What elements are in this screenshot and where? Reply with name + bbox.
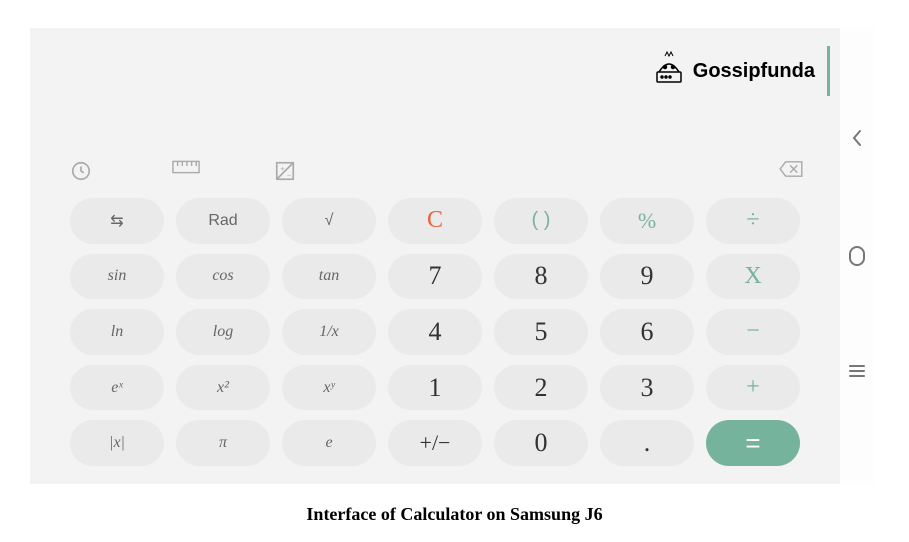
keypad: ⇆ Rad √ C ( ) % ÷ sin cos tan 7 8 9 X ln… — [70, 198, 800, 466]
backspace-icon[interactable] — [778, 160, 800, 182]
divide-button[interactable]: ÷ — [706, 198, 800, 244]
robot-icon — [651, 50, 687, 92]
abs-button[interactable]: |x| — [70, 420, 164, 466]
unit-converter-icon[interactable]: + − — [274, 160, 296, 182]
one-button[interactable]: 1 — [388, 365, 482, 411]
log-button[interactable]: log — [176, 309, 270, 355]
swap-button[interactable]: ⇆ — [70, 198, 164, 244]
zero-button[interactable]: 0 — [494, 420, 588, 466]
four-button[interactable]: 4 — [388, 309, 482, 355]
history-icon[interactable] — [70, 160, 92, 182]
exp-button[interactable]: eˣ — [70, 365, 164, 411]
toolbar: + − — [70, 158, 800, 198]
plus-button[interactable]: + — [706, 365, 800, 411]
percent-button[interactable]: % — [600, 198, 694, 244]
six-button[interactable]: 6 — [600, 309, 694, 355]
svg-text:−: − — [287, 170, 291, 179]
android-navbar — [840, 28, 874, 484]
recents-icon[interactable] — [848, 363, 866, 384]
nine-button[interactable]: 9 — [600, 254, 694, 300]
cos-button[interactable]: cos — [176, 254, 270, 300]
svg-text:+: + — [280, 164, 284, 173]
sin-button[interactable]: sin — [70, 254, 164, 300]
power-button[interactable]: xʸ — [282, 365, 376, 411]
equals-button[interactable]: = — [706, 420, 800, 466]
eight-button[interactable]: 8 — [494, 254, 588, 300]
sign-button[interactable]: +/− — [388, 420, 482, 466]
inverse-button[interactable]: 1/x — [282, 309, 376, 355]
e-button[interactable]: e — [282, 420, 376, 466]
three-button[interactable]: 3 — [600, 365, 694, 411]
clear-button[interactable]: C — [388, 198, 482, 244]
seven-button[interactable]: 7 — [388, 254, 482, 300]
pi-button[interactable]: π — [176, 420, 270, 466]
dot-button[interactable]: . — [600, 420, 694, 466]
calculator-screenshot: Gossipfunda — [30, 28, 874, 484]
back-icon[interactable] — [850, 128, 864, 153]
two-button[interactable]: 2 — [494, 365, 588, 411]
five-button[interactable]: 5 — [494, 309, 588, 355]
cursor-line — [827, 46, 830, 96]
sqrt-button[interactable]: √ — [282, 198, 376, 244]
calculator-area: Gossipfunda — [30, 28, 840, 484]
ln-button[interactable]: ln — [70, 309, 164, 355]
watermark: Gossipfunda — [651, 46, 830, 96]
minus-button[interactable]: − — [706, 309, 800, 355]
rad-button[interactable]: Rad — [176, 198, 270, 244]
home-icon[interactable] — [847, 244, 867, 273]
watermark-text: Gossipfunda — [693, 60, 815, 83]
multiply-button[interactable]: X — [706, 254, 800, 300]
tan-button[interactable]: tan — [282, 254, 376, 300]
parentheses-button[interactable]: ( ) — [494, 198, 588, 244]
caption: Interface of Calculator on Samsung J6 — [0, 504, 909, 525]
square-button[interactable]: x² — [176, 365, 270, 411]
ruler-icon[interactable] — [172, 160, 194, 182]
